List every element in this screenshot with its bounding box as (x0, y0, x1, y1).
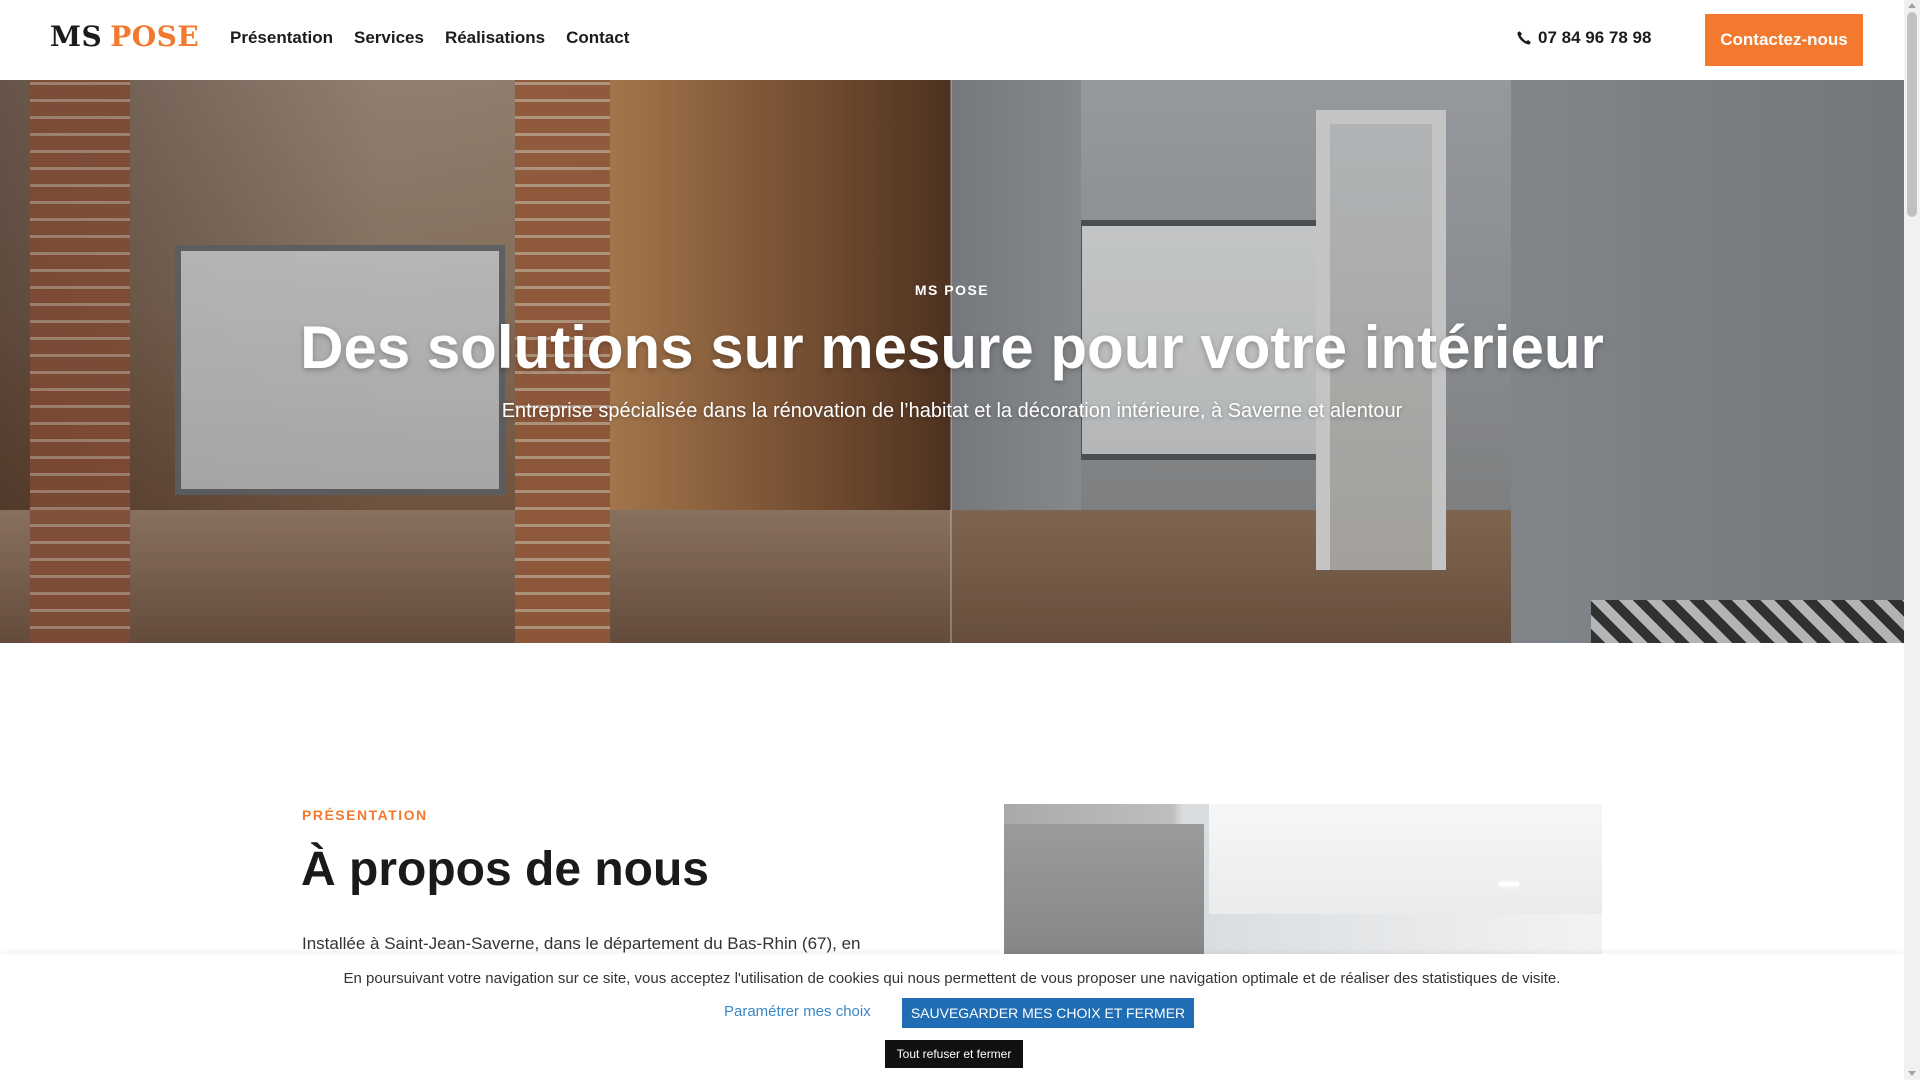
scroll-down-arrow-icon[interactable] (1908, 1071, 1916, 1076)
logo-text-accent: POSE (110, 20, 200, 53)
about-image-ceiling (1209, 804, 1602, 914)
phone-link[interactable]: 07 84 96 78 98 (1516, 28, 1651, 48)
site-logo[interactable]: MS POSE (50, 20, 199, 53)
cookie-save-button[interactable]: SAUVEGARDER MES CHOIX ET FERMER (902, 998, 1194, 1028)
contact-cta-button[interactable]: Contactez-nous (1705, 14, 1863, 66)
phone-number: 07 84 96 78 98 (1538, 28, 1652, 47)
nav-item-presentation[interactable]: Présentation (230, 28, 333, 48)
scrollbar-thumb[interactable] (1907, 12, 1917, 217)
cookie-banner: En poursuivant votre navigation sur ce s… (0, 954, 1904, 1080)
section-kicker: PRÉSENTATION (302, 807, 428, 823)
cookie-message: En poursuivant votre navigation sur ce s… (343, 970, 1561, 987)
nav-item-services[interactable]: Services (354, 28, 424, 48)
hero-kicker: MS POSE (914, 282, 990, 298)
nav-item-contact[interactable]: Contact (566, 28, 629, 48)
logo-text-primary: MS (50, 20, 103, 53)
about-image-light (1499, 882, 1519, 886)
page-scrollbar[interactable] (1904, 0, 1920, 1080)
cookie-settings-link[interactable]: Paramétrer mes choix (724, 1003, 871, 1020)
hero-title: Des solutions sur mesure pour votre inté… (300, 314, 1604, 381)
scroll-up-arrow-icon[interactable] (1908, 3, 1916, 8)
hero-subtitle: Entreprise spécialisée dans la rénovatio… (501, 400, 1403, 422)
cookie-refuse-button[interactable]: Tout refuser et fermer (885, 1040, 1023, 1068)
nav-item-realisations[interactable]: Réalisations (445, 28, 545, 48)
section-title: À propos de nous (301, 843, 709, 896)
hero-banner: MS POSE Des solutions sur mesure pour vo… (0, 80, 1904, 643)
phone-icon (1516, 30, 1532, 46)
site-header: MS POSE Présentation Services Réalisation… (0, 0, 1904, 80)
main-nav: Présentation Services Réalisations Conta… (230, 28, 629, 48)
